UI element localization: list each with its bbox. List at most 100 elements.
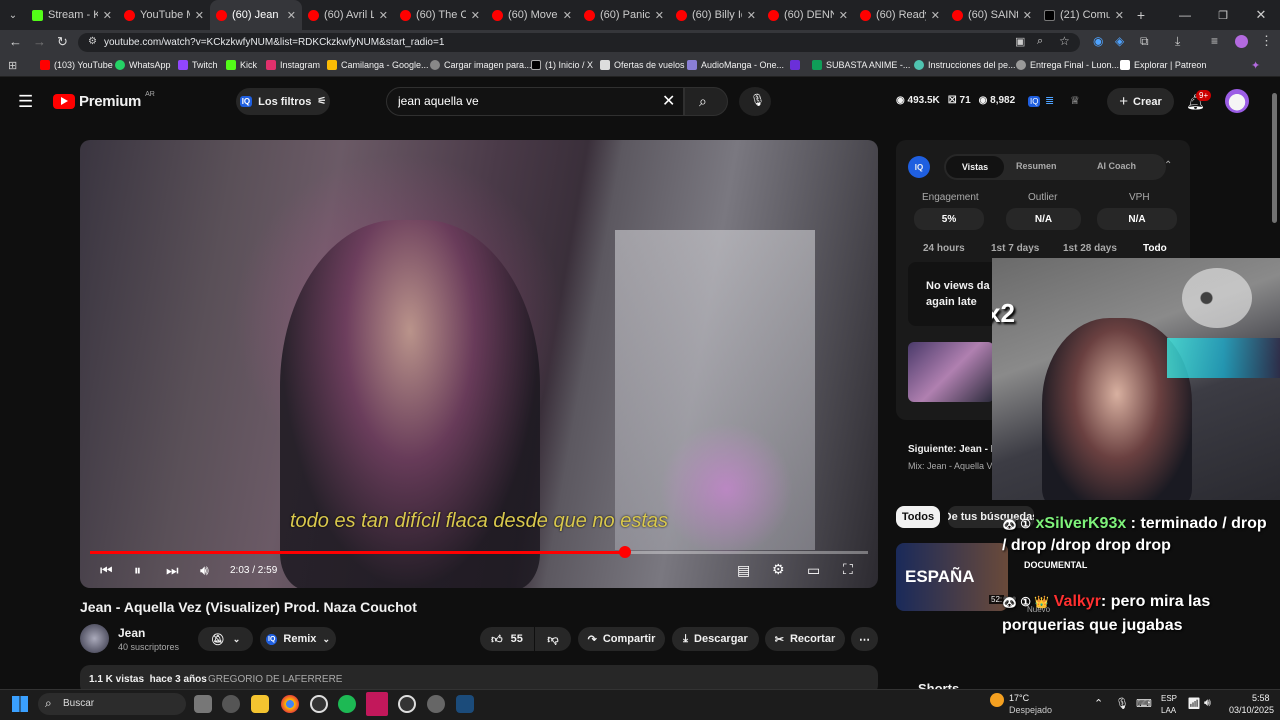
tab-2[interactable]: (60) Jean ✕ xyxy=(210,0,302,30)
next-icon[interactable]: ⏭︎ xyxy=(166,562,179,579)
tab-11[interactable]: (21) Comunidad ✕ xyxy=(1038,0,1130,30)
back-icon[interactable]: ← xyxy=(9,34,22,49)
app-icon[interactable] xyxy=(222,695,240,713)
windows-start-icon[interactable] xyxy=(12,696,28,712)
like-button[interactable]: 👍︎ 55 xyxy=(480,627,534,651)
close-tab-icon[interactable]: ✕ xyxy=(195,9,204,22)
pause-icon[interactable]: ⏸︎ xyxy=(134,562,141,579)
chrome-icon[interactable] xyxy=(281,695,299,713)
tab-5[interactable]: (60) Moves Like ✕ xyxy=(486,0,578,30)
file-explorer-icon[interactable] xyxy=(194,695,212,713)
tab-8[interactable]: (60) DENNIS ✕ xyxy=(762,0,854,30)
close-tab-icon[interactable]: ✕ xyxy=(563,9,572,22)
close-tab-icon[interactable]: ✕ xyxy=(839,9,848,22)
bookmark-x[interactable]: (1) Inicio / X xyxy=(531,60,593,70)
remix-button[interactable]: IQ Remix ⌄ xyxy=(260,627,336,651)
bookmark-flights[interactable]: Ofertas de vuelos xyxy=(600,60,685,70)
apps-icon[interactable]: ⊞ xyxy=(8,59,17,72)
bookmark-purple[interactable] xyxy=(790,60,800,70)
bookmark-instagram[interactable]: Instagram xyxy=(266,60,320,70)
bookmark-patreon[interactable]: Explorar | Patreon xyxy=(1120,60,1206,70)
fullscreen-icon[interactable]: ⛶ xyxy=(843,561,853,578)
bookmark-twitch[interactable]: Twitch xyxy=(178,60,218,70)
youtube-logo[interactable]: Premium AR xyxy=(53,91,155,110)
bookmark-youtube[interactable]: (103) YouTube xyxy=(40,60,113,70)
tab-vistas[interactable]: Vistas xyxy=(946,156,1004,178)
install-icon[interactable]: ▣ xyxy=(1015,35,1025,48)
bookmark-kick[interactable]: Kick xyxy=(226,60,257,70)
bookmark-whatsapp[interactable]: WhatsApp xyxy=(115,60,171,70)
clip-button[interactable]: ✂ Recortar xyxy=(765,627,845,651)
obs-icon[interactable] xyxy=(310,695,328,713)
tab-list-button[interactable]: ⌄ xyxy=(0,0,26,30)
avatar[interactable] xyxy=(1225,89,1249,113)
channel-name[interactable]: Jean xyxy=(118,626,145,640)
bookmark-image-upload[interactable]: Cargar imagen para... xyxy=(430,60,532,70)
close-window-button[interactable]: ✕ xyxy=(1242,7,1280,23)
close-tab-icon[interactable]: ✕ xyxy=(1023,9,1032,22)
obs-icon[interactable] xyxy=(398,695,416,713)
tab-6[interactable]: (60) Panic! At ✕ xyxy=(578,0,670,30)
keyboard-icon[interactable]: ⌨ xyxy=(1136,697,1152,710)
bookmark-entrega[interactable]: Entrega Final - Luon... xyxy=(1016,60,1119,70)
tab-resumen[interactable]: Resumen xyxy=(1016,161,1057,171)
close-tab-icon[interactable]: ✕ xyxy=(471,9,480,22)
subscribed-button[interactable]: 🔕︎ ⌄ xyxy=(198,627,253,651)
bookmark-subasta[interactable]: SUBASTA ANIME -... xyxy=(812,60,910,70)
previous-icon[interactable]: ⏮︎ xyxy=(100,562,113,579)
menu-dots-icon[interactable]: ⋮ xyxy=(1260,33,1273,49)
wifi-icon[interactable]: 📶︎ xyxy=(1187,697,1201,710)
range-all[interactable]: Todo xyxy=(1143,243,1167,254)
close-tab-icon[interactable]: ✕ xyxy=(931,9,940,22)
zoom-icon[interactable]: ⌕ xyxy=(1037,35,1043,48)
close-tab-icon[interactable]: ✕ xyxy=(103,9,112,22)
vidiq-icon[interactable]: IQ xyxy=(1028,96,1041,107)
speaker-icon[interactable]: 🔊︎ xyxy=(1204,697,1211,710)
minimize-button[interactable]: — xyxy=(1166,8,1204,22)
extension-icon[interactable]: ◈ xyxy=(1115,34,1124,48)
collapse-icon[interactable]: ⌃ xyxy=(1164,160,1172,171)
site-info-icon[interactable]: ⚙ xyxy=(88,36,97,47)
language-indicator[interactable]: ESP xyxy=(1161,694,1177,703)
close-tab-icon[interactable]: ✕ xyxy=(655,9,664,22)
sidepanel-icon[interactable]: ≡ xyxy=(1211,34,1218,48)
tab-0[interactable]: Stream - Kick ✕ xyxy=(26,0,118,30)
range-7d[interactable]: 1st 7 days xyxy=(991,243,1039,254)
reload-icon[interactable]: ↻ xyxy=(57,34,68,50)
page-scrollbar[interactable] xyxy=(1272,93,1277,223)
tab-1[interactable]: YouTube Music ✕ xyxy=(118,0,210,30)
filters-button[interactable]: IQ Los filtros ⚟ xyxy=(236,88,330,115)
up-next-card[interactable]: Siguiente: Jean - E Mix: Jean - Aquella … xyxy=(896,430,1006,482)
taskbar-search[interactable]: ⌕ Buscar xyxy=(38,693,186,715)
forward-icon[interactable]: → xyxy=(33,34,46,49)
gemini-icon[interactable]: ✦ xyxy=(1251,59,1260,72)
close-tab-icon[interactable]: ✕ xyxy=(287,9,296,22)
tab-4[interactable]: (60) The Chainsmokers ✕ xyxy=(394,0,486,30)
chip-todos[interactable]: Todos xyxy=(896,506,940,528)
trophy-icon[interactable]: ♕ xyxy=(1070,94,1080,107)
close-tab-icon[interactable]: ✕ xyxy=(747,9,756,22)
channel-avatar[interactable] xyxy=(80,624,109,653)
puzzle-icon[interactable]: ⧉ xyxy=(1140,34,1149,49)
dislike-button[interactable]: 👎︎ xyxy=(535,627,571,651)
bookmark-star-icon[interactable]: ☆ xyxy=(1059,34,1070,48)
range-24h[interactable]: 24 hours xyxy=(923,243,965,254)
extension-icon[interactable]: ◉ xyxy=(1093,34,1103,48)
hamburger-menu-icon[interactable]: ☰ xyxy=(18,92,33,112)
chevron-up-icon[interactable]: ⌃ xyxy=(1094,697,1103,710)
tab-ai-coach[interactable]: AI Coach xyxy=(1097,161,1136,171)
settings-icon[interactable]: ⚙ xyxy=(772,561,785,578)
search-input[interactable] xyxy=(398,91,648,111)
app-icon[interactable] xyxy=(366,692,388,716)
voice-search-button[interactable]: 🎙︎ xyxy=(739,87,771,116)
spotify-icon[interactable] xyxy=(338,695,356,713)
bookmark-google-drive[interactable]: Camilanga - Google... xyxy=(327,60,429,70)
weather-temp[interactable]: 17°C xyxy=(1009,693,1029,703)
subtitles-icon[interactable]: ▤ xyxy=(737,562,750,579)
progress-bar[interactable] xyxy=(90,546,868,558)
playlist-thumbnail[interactable] xyxy=(908,342,994,402)
list-icon[interactable]: ≣ xyxy=(1045,94,1054,107)
video-player[interactable]: todo es tan difícil flaca desde que no e… xyxy=(80,140,878,588)
url-text[interactable]: youtube.com/watch?v=KCkzkwfyNUM&list=RDK… xyxy=(104,37,444,48)
clear-search-icon[interactable]: ✕ xyxy=(662,91,675,111)
